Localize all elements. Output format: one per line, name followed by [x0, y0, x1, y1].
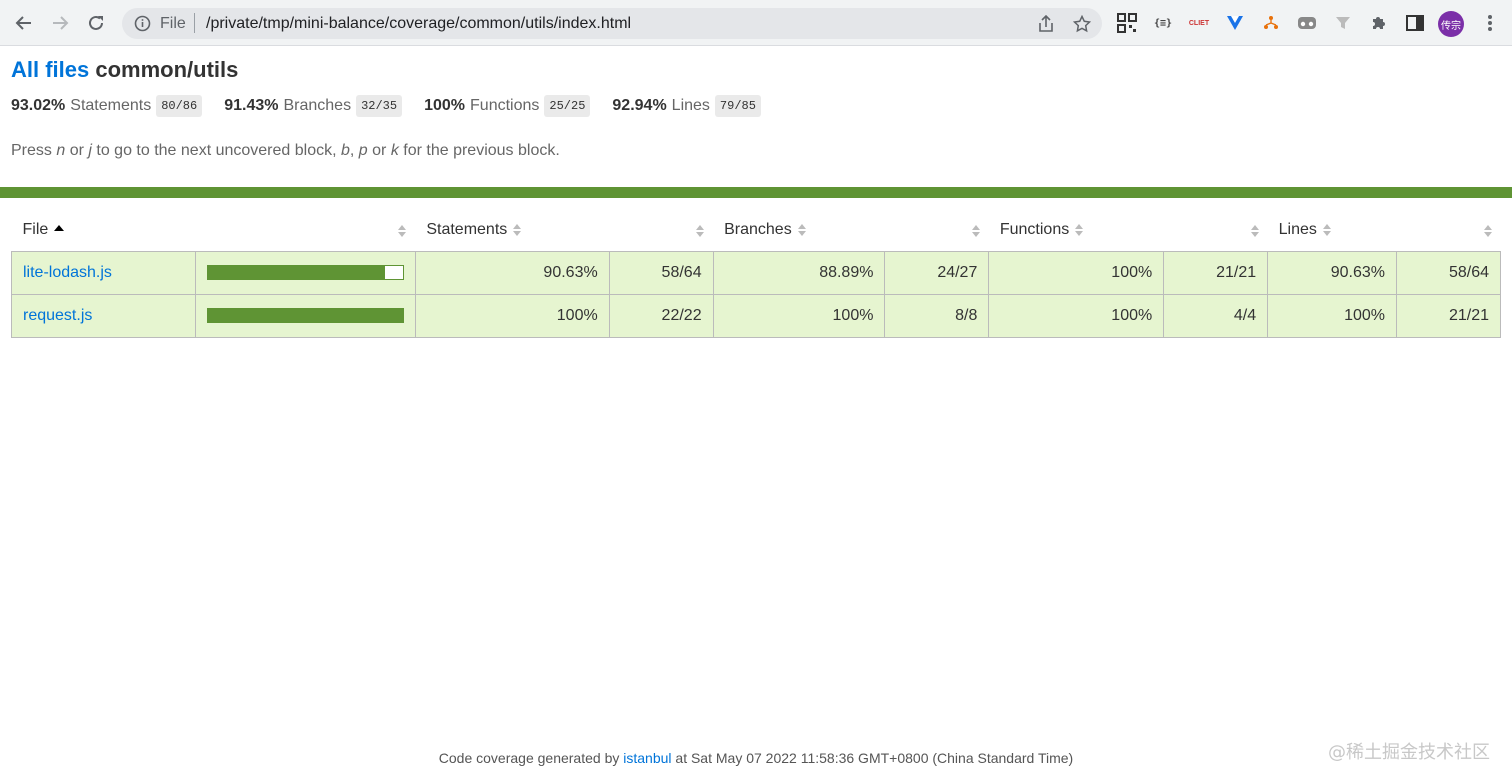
- sort-ascending-icon: [54, 225, 65, 232]
- summary-label: Lines: [671, 97, 710, 114]
- summary-pct: 100%: [424, 97, 466, 114]
- coverage-status-line: [0, 187, 1512, 198]
- header-statements-raw[interactable]: [609, 210, 713, 251]
- forward-arrow-icon[interactable]: [46, 9, 74, 37]
- summary-fraction: 79/85: [714, 95, 761, 117]
- sort-icon: [1483, 225, 1492, 237]
- puzzle-piece-icon[interactable]: [1368, 12, 1390, 34]
- table-row: request.js 100% 22/22 100% 8/8 100% 4/4 …: [11, 293, 1501, 338]
- header-lines[interactable]: Lines: [1268, 210, 1397, 251]
- summary-lines: 92.94% Lines 79/85: [612, 95, 761, 117]
- sort-icon: [398, 225, 407, 237]
- statements-fraction: 22/22: [608, 293, 714, 338]
- table-row: lite-lodash.js 90.63% 58/64 88.89% 24/27…: [11, 250, 1501, 295]
- header-file-bar[interactable]: [195, 210, 415, 251]
- header-branches[interactable]: Branches: [713, 210, 885, 251]
- file-link[interactable]: lite-lodash.js: [23, 264, 112, 281]
- network-extension-icon[interactable]: [1260, 12, 1282, 34]
- coverage-bar-cell: [194, 250, 416, 295]
- qr-code-icon[interactable]: [1116, 12, 1138, 34]
- sort-icon: [1075, 224, 1084, 237]
- summary-fraction: 32/35: [356, 95, 403, 117]
- branches-fraction: 8/8: [884, 293, 990, 338]
- header-statements[interactable]: Statements: [415, 210, 609, 251]
- coverage-bar-fill: [207, 309, 403, 322]
- summary-label: Branches: [283, 97, 352, 114]
- sort-icon: [1322, 224, 1331, 237]
- functions-fraction: 21/21: [1163, 250, 1269, 295]
- branches-pct: 88.89%: [712, 250, 886, 295]
- statements-pct: 100%: [414, 293, 610, 338]
- file-link[interactable]: request.js: [23, 307, 92, 324]
- summary-fraction: 80/86: [156, 95, 203, 117]
- footer: Code coverage generated by istanbul at S…: [438, 750, 1074, 766]
- lines-fraction: 58/64: [1396, 250, 1501, 295]
- page-title: All files common/utils: [11, 57, 238, 83]
- summary-branches: 91.43% Branches 32/35: [224, 95, 403, 117]
- coverage-bar-cell: [194, 293, 416, 338]
- header-branches-raw[interactable]: [885, 210, 989, 251]
- table-header-row: File Statements Branches Functions Lines: [12, 210, 1501, 251]
- star-icon[interactable]: [1072, 14, 1092, 34]
- side-panel-icon[interactable]: [1404, 12, 1426, 34]
- profile-avatar[interactable]: 传宗: [1438, 11, 1464, 37]
- json-extension-icon[interactable]: {≡}: [1152, 12, 1174, 34]
- coverage-bar: [206, 308, 404, 323]
- directory-name: common/utils: [95, 57, 239, 82]
- lines-pct: 90.63%: [1267, 250, 1398, 295]
- functions-fraction: 4/4: [1163, 293, 1269, 338]
- gamepad-extension-icon[interactable]: [1296, 12, 1318, 34]
- functions-pct: 100%: [988, 293, 1165, 338]
- url-divider: [194, 13, 195, 33]
- header-functions[interactable]: Functions: [989, 210, 1164, 251]
- file-cell: lite-lodash.js: [11, 250, 196, 295]
- sort-icon: [696, 225, 705, 237]
- statements-fraction: 58/64: [608, 250, 714, 295]
- info-icon[interactable]: [134, 15, 151, 32]
- summary-functions: 100% Functions 25/25: [424, 95, 591, 117]
- watermark: @稀土掘金技术社区: [1328, 742, 1490, 763]
- coverage-bar-fill: [207, 266, 385, 279]
- sort-icon: [1250, 225, 1259, 237]
- browser-toolbar: File /private/tmp/mini-balance/coverage/…: [0, 0, 1512, 46]
- coverage-bar: [206, 265, 404, 280]
- summary-label: Functions: [470, 97, 540, 114]
- reload-icon[interactable]: [82, 9, 110, 37]
- functions-pct: 100%: [988, 250, 1165, 295]
- summary-pct: 91.43%: [224, 97, 279, 114]
- url-scheme-label: File: [160, 15, 186, 32]
- coverage-table: File Statements Branches Functions Lines…: [11, 210, 1501, 338]
- sort-icon: [971, 225, 980, 237]
- summary-pct: 92.94%: [612, 97, 667, 114]
- all-files-link[interactable]: All files: [11, 57, 89, 82]
- header-file[interactable]: File: [12, 210, 196, 251]
- summary-pct: 93.02%: [11, 97, 66, 114]
- vue-devtools-icon[interactable]: [1224, 12, 1246, 34]
- branches-pct: 100%: [712, 293, 886, 338]
- sort-icon: [513, 224, 522, 237]
- back-arrow-icon[interactable]: [10, 9, 38, 37]
- share-icon[interactable]: [1036, 14, 1056, 34]
- branches-fraction: 24/27: [884, 250, 990, 295]
- filter-extension-icon[interactable]: [1332, 12, 1354, 34]
- address-bar[interactable]: File /private/tmp/mini-balance/coverage/…: [122, 8, 1102, 39]
- cliet-extension-icon[interactable]: CLIET: [1188, 12, 1210, 34]
- statements-pct: 90.63%: [414, 250, 610, 295]
- coverage-summary: 93.02% Statements 80/86 91.43% Branches …: [11, 94, 783, 118]
- file-cell: request.js: [11, 293, 196, 338]
- keyboard-hint: Press n or j to go to the next uncovered…: [11, 142, 560, 159]
- header-lines-raw[interactable]: [1397, 210, 1501, 251]
- more-menu-icon[interactable]: [1480, 12, 1500, 34]
- lines-pct: 100%: [1267, 293, 1398, 338]
- url-text[interactable]: /private/tmp/mini-balance/coverage/commo…: [206, 15, 631, 33]
- lines-fraction: 21/21: [1396, 293, 1501, 338]
- summary-statements: 93.02% Statements 80/86: [11, 95, 203, 117]
- summary-label: Statements: [70, 97, 152, 114]
- istanbul-link[interactable]: istanbul: [623, 750, 671, 766]
- sort-icon: [797, 224, 806, 237]
- summary-fraction: 25/25: [544, 95, 591, 117]
- header-functions-raw[interactable]: [1164, 210, 1268, 251]
